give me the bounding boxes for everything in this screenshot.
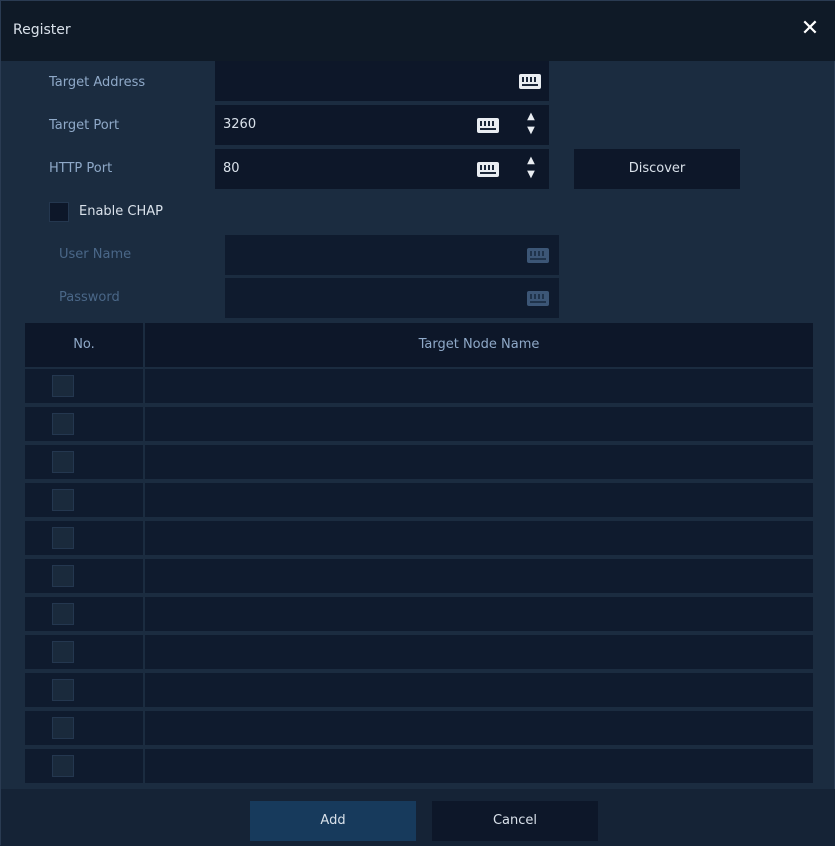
table-row[interactable]: [25, 635, 813, 669]
row-name-cell: [145, 559, 813, 593]
keyboard-icon[interactable]: [527, 248, 549, 263]
row-checkbox[interactable]: [52, 413, 74, 435]
row-no-cell: [25, 521, 143, 555]
table-row[interactable]: [25, 711, 813, 745]
http-port-field[interactable]: 80 ▲ ▼: [215, 149, 549, 189]
dialog-title: Register: [13, 22, 71, 38]
row-no-cell: [25, 635, 143, 669]
row-no-cell: [25, 711, 143, 745]
table-row[interactable]: [25, 597, 813, 631]
enable-chap-checkbox[interactable]: [49, 202, 69, 222]
add-button[interactable]: Add: [250, 801, 416, 841]
spin-up-icon[interactable]: ▲: [525, 111, 537, 125]
row-name-cell: [145, 445, 813, 479]
row-checkbox[interactable]: [52, 527, 74, 549]
column-header-target-node-name: Target Node Name: [418, 337, 540, 352]
row-name-cell: [145, 521, 813, 555]
dialog-footer: Add Cancel: [1, 789, 835, 846]
password-label: Password: [59, 290, 120, 305]
row-checkbox[interactable]: [52, 603, 74, 625]
keyboard-icon[interactable]: [527, 291, 549, 306]
column-header-no: No.: [73, 337, 95, 352]
cancel-button[interactable]: Cancel: [432, 801, 598, 841]
row-checkbox[interactable]: [52, 679, 74, 701]
keyboard-icon[interactable]: [477, 118, 499, 133]
table-row[interactable]: [25, 673, 813, 707]
row-checkbox[interactable]: [52, 489, 74, 511]
enable-chap-label: Enable CHAP: [79, 204, 163, 219]
row-checkbox[interactable]: [52, 375, 74, 397]
register-dialog: Register ✕ Target Address Target Port 32…: [0, 0, 835, 846]
table-row[interactable]: [25, 483, 813, 517]
row-no-cell: [25, 407, 143, 441]
target-port-label: Target Port: [49, 118, 120, 133]
row-no-cell: [25, 749, 143, 783]
row-name-cell: [145, 483, 813, 517]
spin-down-icon[interactable]: ▼: [525, 125, 537, 139]
row-name-cell: [145, 635, 813, 669]
row-checkbox[interactable]: [52, 717, 74, 739]
keyboard-icon[interactable]: [477, 162, 499, 177]
row-name-cell: [145, 673, 813, 707]
http-port-label: HTTP Port: [49, 161, 113, 176]
close-icon[interactable]: ✕: [798, 18, 822, 42]
spin-up-icon[interactable]: ▲: [525, 155, 537, 169]
row-name-cell: [145, 749, 813, 783]
row-checkbox[interactable]: [52, 565, 74, 587]
spin-up-down-icon[interactable]: ▲ ▼: [525, 155, 537, 185]
row-name-cell: [145, 711, 813, 745]
target-address-field[interactable]: [215, 61, 549, 101]
password-field[interactable]: [225, 278, 559, 318]
row-no-cell: [25, 597, 143, 631]
user-name-label: User Name: [59, 247, 132, 262]
target-address-label: Target Address: [49, 75, 146, 90]
row-checkbox[interactable]: [52, 451, 74, 473]
discover-button[interactable]: Discover: [574, 149, 740, 189]
table-header: No. Target Node Name: [25, 323, 813, 367]
table-row[interactable]: [25, 521, 813, 555]
table-row[interactable]: [25, 369, 813, 403]
row-name-cell: [145, 369, 813, 403]
row-no-cell: [25, 445, 143, 479]
row-no-cell: [25, 559, 143, 593]
table-row[interactable]: [25, 445, 813, 479]
table-row[interactable]: [25, 559, 813, 593]
spin-up-down-icon[interactable]: ▲ ▼: [525, 111, 537, 141]
user-name-field[interactable]: [225, 235, 559, 275]
row-name-cell: [145, 597, 813, 631]
target-port-field[interactable]: 3260 ▲ ▼: [215, 105, 549, 145]
table-row[interactable]: [25, 407, 813, 441]
row-no-cell: [25, 483, 143, 517]
spin-down-icon[interactable]: ▼: [525, 169, 537, 183]
row-no-cell: [25, 673, 143, 707]
title-bar: Register ✕: [1, 1, 835, 61]
row-checkbox[interactable]: [52, 755, 74, 777]
row-checkbox[interactable]: [52, 641, 74, 663]
keyboard-icon[interactable]: [519, 74, 541, 89]
table-row[interactable]: [25, 749, 813, 783]
row-no-cell: [25, 369, 143, 403]
http-port-value: 80: [223, 161, 240, 176]
row-name-cell: [145, 407, 813, 441]
target-port-value: 3260: [223, 117, 257, 132]
